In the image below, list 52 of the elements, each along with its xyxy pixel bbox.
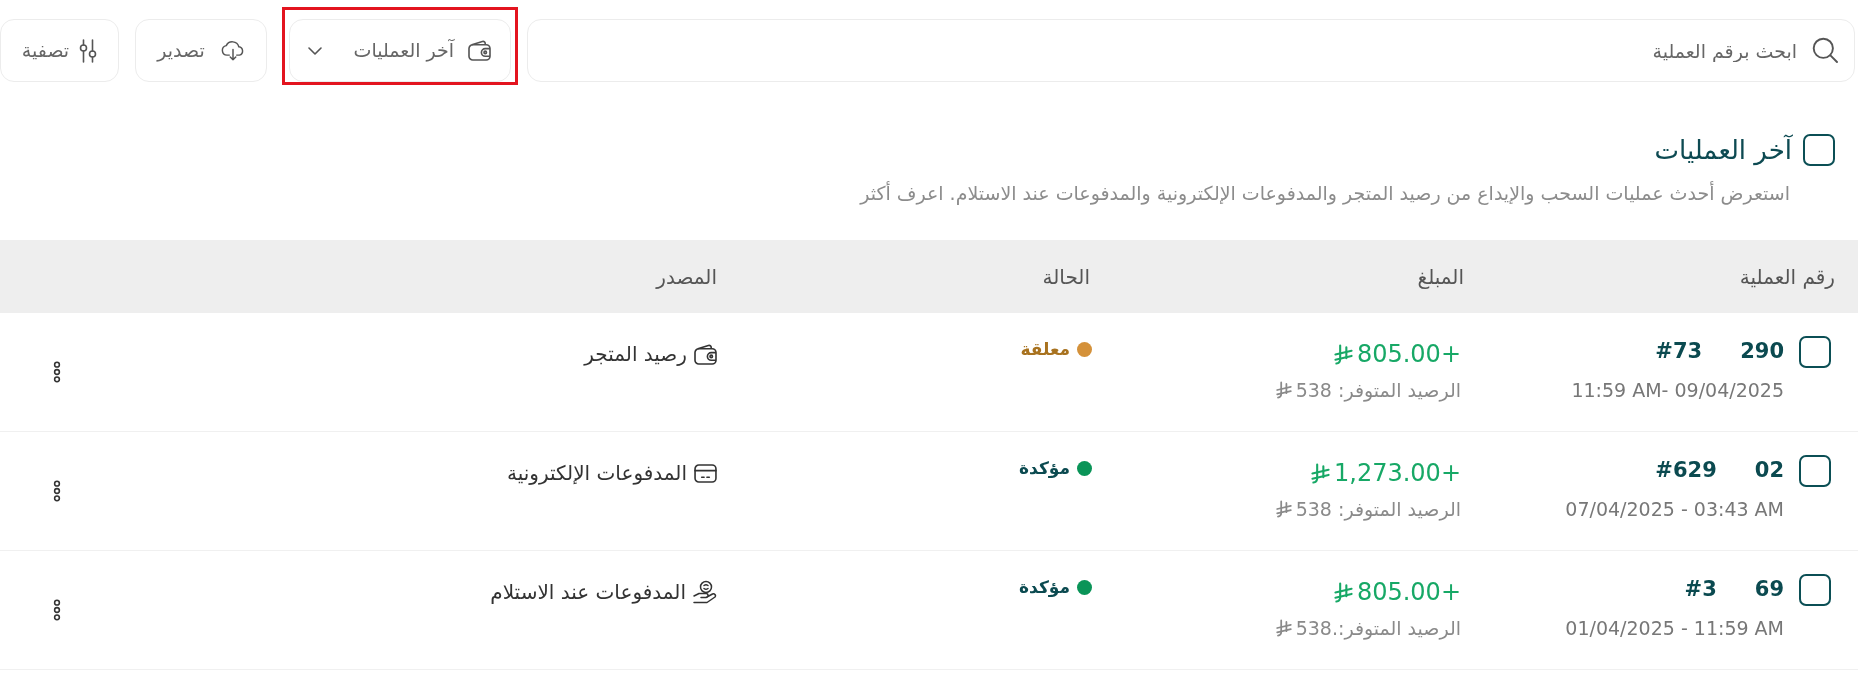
riyal-sign-icon: [1275, 500, 1292, 518]
more-options-icon[interactable]: [53, 480, 61, 502]
transaction-id-fragment: #73: [1655, 338, 1703, 365]
available-balance: الرصيد المتوفر: 538: [1295, 497, 1461, 522]
wallet-icon: [694, 343, 717, 365]
checkbox[interactable]: [1799, 336, 1831, 368]
sliders-icon: [79, 38, 98, 63]
transaction-id-fragment: 69: [1754, 576, 1784, 603]
riyal-sign-icon: [1275, 619, 1292, 637]
amount: +1,273.00: [1334, 458, 1461, 489]
available-balance: الرصيد المتوفر: 538: [1295, 378, 1461, 403]
more-options-icon[interactable]: [53, 361, 61, 383]
filter-button[interactable]: تصفية: [0, 19, 119, 82]
available-balance: الرصيد المتوفر:.538: [1295, 616, 1461, 641]
transaction-date: 11:59 AM- 09/04/2025: [1571, 378, 1784, 403]
checkbox[interactable]: [1803, 134, 1835, 166]
source-label: المدفوعات عند الاستلام: [490, 579, 686, 606]
source-label: رصيد المتجر: [584, 341, 687, 368]
hand-coin-icon: [693, 580, 717, 604]
checkbox[interactable]: [1799, 574, 1831, 606]
amount: +805.00: [1356, 577, 1461, 608]
riyal-sign-icon: [1333, 343, 1353, 365]
card-icon: [694, 463, 717, 483]
transaction-id-fragment: 02: [1754, 457, 1784, 484]
amount: +805.00: [1356, 339, 1461, 370]
wallet-icon: [468, 40, 491, 61]
transaction-date: 07/04/2025 - 03:43 AM: [1565, 497, 1784, 522]
column-header: الحالة: [1042, 264, 1090, 289]
transaction-id-fragment: #3: [1684, 576, 1717, 603]
transaction-id-fragment: #629: [1655, 457, 1717, 484]
column-header: المصدر: [656, 264, 717, 289]
status-label: مؤكدة: [1019, 457, 1070, 480]
source-label: المدفوعات الإلكترونية: [507, 460, 687, 487]
export-button[interactable]: تصدير: [135, 19, 267, 82]
cloud-download-icon: [220, 40, 245, 61]
transaction-date: 01/04/2025 - 11:59 AM: [1565, 616, 1784, 641]
search-field[interactable]: ابحث برقم العملية: [527, 19, 1855, 82]
section-description: استعرض أحدث عمليات السحب والإيداع من رصيد المتجر والمدفوعات الإلكترونية والمدفوعات عند الاستلام. اعرف أكثر: [860, 180, 1790, 206]
section-title: آخر العمليات: [1654, 134, 1792, 166]
column-header: المبلغ: [1417, 264, 1464, 289]
transaction-id-fragment: 290: [1740, 338, 1784, 365]
search-icon: [1812, 37, 1838, 63]
checkbox[interactable]: [1799, 455, 1831, 487]
view-dropdown[interactable]: آخر العمليات: [289, 19, 511, 82]
column-header: رقم العملية: [1739, 264, 1835, 289]
riyal-sign-icon: [1275, 381, 1292, 399]
more-options-icon[interactable]: [53, 599, 61, 621]
status-label: معلقة: [1020, 338, 1070, 361]
status-label: مؤكدة: [1019, 576, 1070, 599]
riyal-sign-icon: [1311, 462, 1330, 484]
chevron-down-icon: [308, 46, 322, 55]
riyal-sign-icon: [1333, 581, 1353, 603]
